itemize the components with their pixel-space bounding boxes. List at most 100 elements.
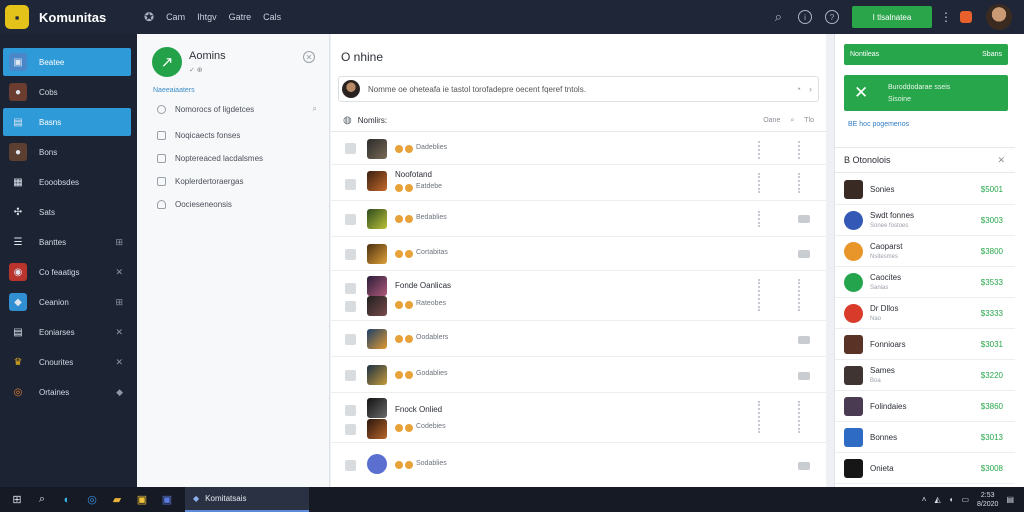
- network-icon[interactable]: ◭: [934, 495, 940, 504]
- checkbox[interactable]: [157, 104, 166, 114]
- list-item[interactable]: Noofotand Eatdebe: [331, 165, 826, 201]
- grid-icon[interactable]: ⊞: [115, 237, 123, 248]
- row-checkbox[interactable]: [345, 334, 356, 345]
- close-icon[interactable]: ✕: [997, 155, 1005, 166]
- list-item[interactable]: Bedablies: [331, 201, 826, 237]
- leaderboard-row[interactable]: Fonnioars $3031: [835, 329, 1015, 360]
- sidebar-item[interactable]: ● Bons: [3, 138, 131, 166]
- row-checkbox[interactable]: [345, 370, 356, 381]
- notifications-icon[interactable]: ▤: [1006, 495, 1014, 504]
- taskbar-active-app[interactable]: ◆ Komitatsais: [185, 487, 309, 512]
- row-checkbox[interactable]: [345, 143, 356, 154]
- leaderboard-row[interactable]: Caocites Sanias $3533: [835, 267, 1015, 298]
- store-icon[interactable]: ▣: [134, 492, 150, 508]
- checkbox[interactable]: [157, 177, 166, 186]
- video-icon[interactable]: [798, 250, 810, 258]
- sidebar-item[interactable]: ▤ Basns: [3, 108, 131, 136]
- row-checkbox[interactable]: [345, 179, 356, 190]
- volume-icon[interactable]: ◖: [949, 495, 954, 504]
- leaderboard-row[interactable]: Sames Boa $3220: [835, 360, 1015, 391]
- list-item[interactable]: Godablies: [331, 357, 826, 393]
- leaderboard-row[interactable]: Bonnes $3013: [835, 422, 1015, 453]
- leaderboard-row[interactable]: Onieta $3008: [835, 453, 1015, 484]
- leaderboard-row[interactable]: Caoparst Nsitesmes $3800: [835, 236, 1015, 267]
- video-icon[interactable]: [798, 336, 810, 344]
- checkbox[interactable]: [157, 131, 166, 140]
- help-icon[interactable]: ?: [825, 10, 839, 24]
- clock[interactable]: 2:53 8/2020: [977, 491, 998, 509]
- list-item[interactable]: Fnock Onlied Codebies: [331, 393, 826, 443]
- leaderboard-row[interactable]: Dr Dllos Nao $3333: [835, 298, 1015, 329]
- search-icon[interactable]: ⌕: [775, 9, 782, 25]
- filter-section-title[interactable]: Naeeaiaaters: [153, 87, 195, 94]
- row-checkbox[interactable]: [345, 249, 356, 260]
- close-icon[interactable]: ✕: [854, 83, 868, 103]
- compass-icon[interactable]: ✪: [144, 10, 154, 24]
- battery-icon[interactable]: ▭: [961, 495, 969, 504]
- filter-icon[interactable]: ◍: [343, 115, 352, 126]
- video-icon[interactable]: [798, 462, 810, 470]
- checkbox[interactable]: [157, 200, 166, 209]
- send-icon[interactable]: ›: [809, 84, 812, 94]
- pin-icon[interactable]: ✕: [115, 357, 123, 368]
- sidebar-item[interactable]: ▤ Eoniarses ✕: [3, 318, 131, 346]
- sidebar-item[interactable]: ☰ Banttes ⊞: [3, 228, 131, 256]
- primary-action-button[interactable]: I tlsalnatea: [852, 6, 932, 28]
- rail-banner[interactable]: Nontileas Sbans: [844, 44, 1008, 65]
- compose-box[interactable]: Nomme oe oheteafa ie tastol torofadepre …: [338, 76, 819, 102]
- edge-icon[interactable]: ◎: [84, 492, 100, 508]
- info-icon[interactable]: i: [798, 10, 812, 24]
- leaderboard-row[interactable]: Sonies $5001: [835, 174, 1015, 205]
- user-avatar[interactable]: [986, 4, 1012, 30]
- sidebar-item[interactable]: ♛ Cnourites ✕: [3, 348, 131, 376]
- row-checkbox[interactable]: [345, 405, 356, 416]
- pin-icon[interactable]: ✕: [115, 327, 123, 338]
- sidebar-item[interactable]: ▣ Beatee: [3, 48, 131, 76]
- promo-card[interactable]: ✕ Buroddodarae sseis Sisoine: [844, 75, 1008, 111]
- top-nav-item[interactable]: Cam: [166, 12, 185, 22]
- row-checkbox[interactable]: [345, 283, 356, 294]
- search-icon[interactable]: ⌕: [313, 104, 317, 114]
- sidebar-item[interactable]: ◎ Ortaines ◆: [3, 378, 131, 406]
- list-item[interactable]: Sodablies: [331, 443, 826, 487]
- leaderboard-row[interactable]: Folindaies $3860: [835, 391, 1015, 422]
- search-icon[interactable]: ⌕: [34, 492, 50, 508]
- app-icon[interactable]: ▣: [159, 492, 175, 508]
- list-item[interactable]: Oodablers: [331, 321, 826, 357]
- rail-link[interactable]: BE hoc pogemenos: [848, 121, 909, 128]
- list-item[interactable]: Cortabitas: [331, 237, 826, 271]
- pin-icon[interactable]: ✕: [115, 267, 123, 278]
- search-icon[interactable]: ⌕: [790, 117, 794, 125]
- row-checkbox[interactable]: [345, 424, 356, 435]
- filter-option[interactable]: Noqicaects fonses: [157, 131, 317, 140]
- sidebar-item[interactable]: ◆ Ceanion ⊞: [3, 288, 131, 316]
- filter-option[interactable]: Noptereaced lacdalsmes: [157, 154, 317, 163]
- top-nav-item[interactable]: Ihtgv: [197, 12, 217, 22]
- sidebar-item[interactable]: ✣ Sats: [3, 198, 131, 226]
- app-logo[interactable]: ▪: [5, 5, 29, 29]
- filter-option[interactable]: Oocieseneonsis: [157, 200, 317, 209]
- rail-banner-action[interactable]: Sbans: [982, 51, 1002, 58]
- sort-control[interactable]: Oane: [763, 117, 780, 125]
- view-control[interactable]: Tlo: [804, 117, 814, 125]
- row-checkbox[interactable]: [345, 214, 356, 225]
- top-nav-item[interactable]: Gatre: [229, 12, 252, 22]
- top-nav-item[interactable]: Cals: [263, 12, 281, 22]
- folder-icon[interactable]: ▰: [109, 492, 125, 508]
- shield-icon[interactable]: ◆: [116, 387, 123, 398]
- row-checkbox[interactable]: [345, 301, 356, 312]
- sidebar-item[interactable]: ● Cobs: [3, 78, 131, 106]
- chevron-up-icon[interactable]: ˄: [922, 495, 927, 504]
- checkbox[interactable]: [157, 154, 166, 163]
- close-icon[interactable]: ✕: [303, 51, 315, 63]
- filter-option[interactable]: Koplerdertoraergas: [157, 177, 317, 186]
- filter-option[interactable]: Nomorocs of ligdetces ⌕: [157, 104, 317, 114]
- browser-icon[interactable]: ◐: [59, 492, 75, 508]
- video-icon[interactable]: [798, 215, 810, 223]
- grid-icon[interactable]: ⊞: [115, 297, 123, 308]
- start-icon[interactable]: ⊞: [9, 492, 25, 508]
- row-checkbox[interactable]: [345, 460, 356, 471]
- notification-icon[interactable]: [960, 11, 972, 23]
- more-menu-icon[interactable]: ⋮: [940, 10, 952, 24]
- emoji-icon[interactable]: ◔: [796, 84, 801, 94]
